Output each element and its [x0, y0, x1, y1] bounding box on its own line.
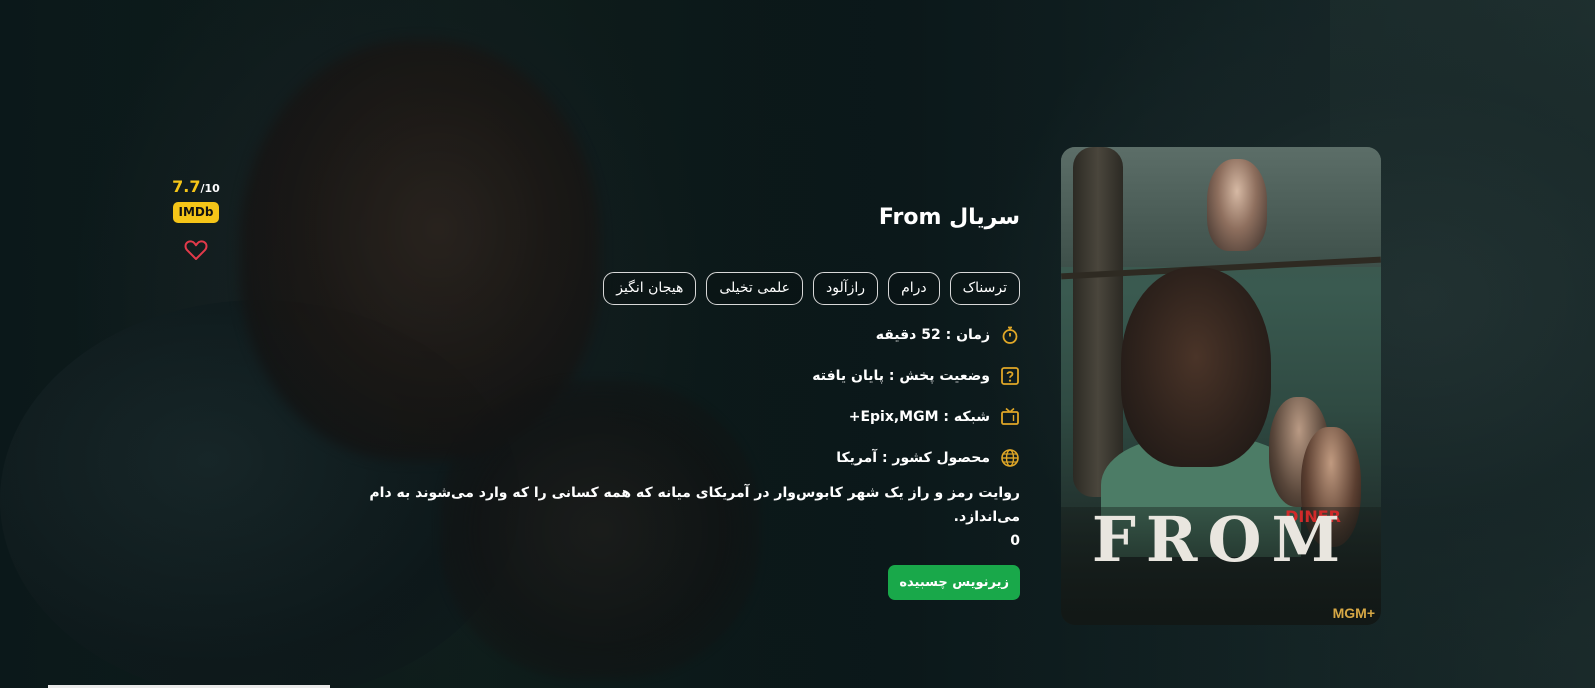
rating-box: 7.7/10 IMDb — [166, 178, 226, 261]
network-text: شبکه : Epix,MGM+ — [848, 409, 990, 425]
poster-figure — [1207, 159, 1267, 251]
imdb-score-max: /10 — [200, 182, 220, 195]
heart-icon[interactable] — [184, 239, 208, 261]
poster-image: DINER FROM MGM+ — [1061, 147, 1381, 625]
genre-tag[interactable]: هیجان انگیز — [603, 272, 697, 305]
rating-score: 7.7/10 — [166, 178, 226, 198]
meta-list: زمان : 52 دقیقه وضعیت پخش : پایان یافته … — [340, 323, 1020, 470]
duration-text: زمان : 52 دقیقه — [875, 327, 990, 343]
poster-brand: MGM+ — [1332, 605, 1375, 621]
poster-figure — [1121, 267, 1271, 467]
poster-logo: FROM — [1091, 503, 1351, 576]
genre-tag[interactable]: درام — [888, 272, 940, 305]
genre-list: ترسناک درام رازآلود علمی تخیلی هیجان انگ… — [340, 272, 1020, 305]
stopwatch-icon — [1002, 326, 1018, 344]
series-info: سریال From ترسناک درام رازآلود علمی تخیل… — [340, 200, 1020, 600]
status-text: وضعیت پخش : پایان یافته — [812, 368, 990, 384]
duration-row: زمان : 52 دقیقه — [340, 323, 1020, 347]
country-row: محصول کشور : آمریکا — [340, 446, 1020, 470]
genre-tag[interactable]: رازآلود — [813, 272, 879, 305]
imdb-badge: IMDb — [172, 202, 220, 223]
subtitle-button[interactable]: زیرنویس چسبیده — [888, 565, 1020, 600]
status-row: وضعیت پخش : پایان یافته — [340, 364, 1020, 388]
description-extra: 0 — [1010, 533, 1020, 549]
tv-icon — [1001, 407, 1019, 425]
question-box-icon — [1001, 367, 1019, 385]
network-row: شبکه : Epix,MGM+ — [340, 405, 1020, 429]
poster-tree — [1073, 147, 1123, 497]
globe-icon — [1001, 449, 1019, 467]
genre-tag[interactable]: ترسناک — [949, 272, 1020, 305]
genre-tag[interactable]: علمی تخیلی — [706, 272, 804, 305]
series-description: روایت رمز و راز یک شهر کابوس‌وار در آمری… — [369, 485, 1020, 525]
imdb-score: 7.7 — [172, 177, 201, 196]
page-title: سریال From — [878, 205, 1020, 230]
country-text: محصول کشور : آمریکا — [836, 450, 990, 466]
